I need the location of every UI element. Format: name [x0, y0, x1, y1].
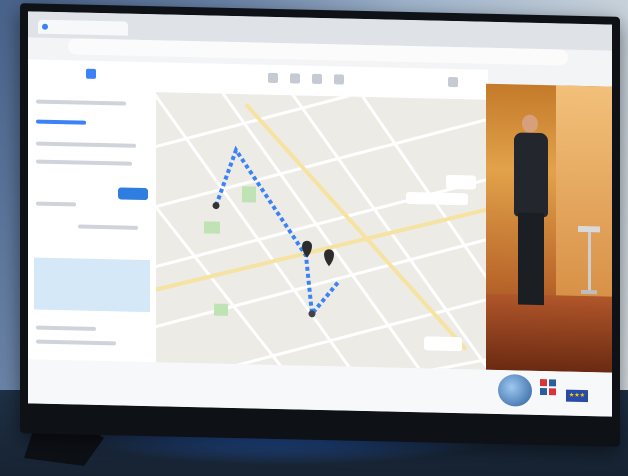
sidebar-line: [36, 99, 126, 106]
map-zoom-control[interactable]: [424, 336, 462, 352]
sidebar-mode-icons[interactable]: [36, 119, 86, 125]
toolbar-icon-5[interactable]: [448, 76, 458, 88]
stool: [578, 225, 600, 295]
app-logo-icon[interactable]: [86, 68, 96, 79]
video-feed: [486, 83, 612, 373]
partner-logo-icon: [540, 378, 556, 396]
route-option-card[interactable]: [34, 257, 150, 313]
browser-tab[interactable]: [38, 19, 128, 36]
toolbar-icon-3[interactable]: [312, 73, 322, 85]
map-control[interactable]: [446, 174, 476, 190]
toolbar-icon-2[interactable]: [290, 73, 300, 84]
video-floor: [486, 293, 612, 373]
presenter-body: [514, 132, 548, 218]
toolbar-icon-4[interactable]: [334, 74, 344, 85]
screen: ★★★: [28, 11, 612, 417]
sidebar-line: [78, 224, 138, 230]
map-layer-control[interactable]: [406, 192, 468, 206]
monitor: ★★★: [20, 3, 620, 447]
presenter-head: [522, 114, 538, 133]
map-canvas: [156, 92, 486, 370]
sidebar-line: [36, 339, 116, 346]
presenter-legs: [518, 212, 544, 306]
toolbar-icon-1[interactable]: [268, 72, 278, 84]
eu-flag-icon: ★★★: [566, 389, 588, 403]
sidebar-origin-field[interactable]: [36, 141, 136, 148]
map-view[interactable]: [156, 92, 486, 370]
sidebar-destination-field[interactable]: [36, 159, 132, 166]
logo-icon: [498, 374, 532, 407]
browser-tab-icon: [42, 23, 48, 30]
sidebar-line: [36, 325, 96, 331]
sidebar-line: [36, 201, 76, 207]
sidebar-action-button[interactable]: [118, 187, 148, 201]
directions-sidebar: [28, 89, 157, 363]
